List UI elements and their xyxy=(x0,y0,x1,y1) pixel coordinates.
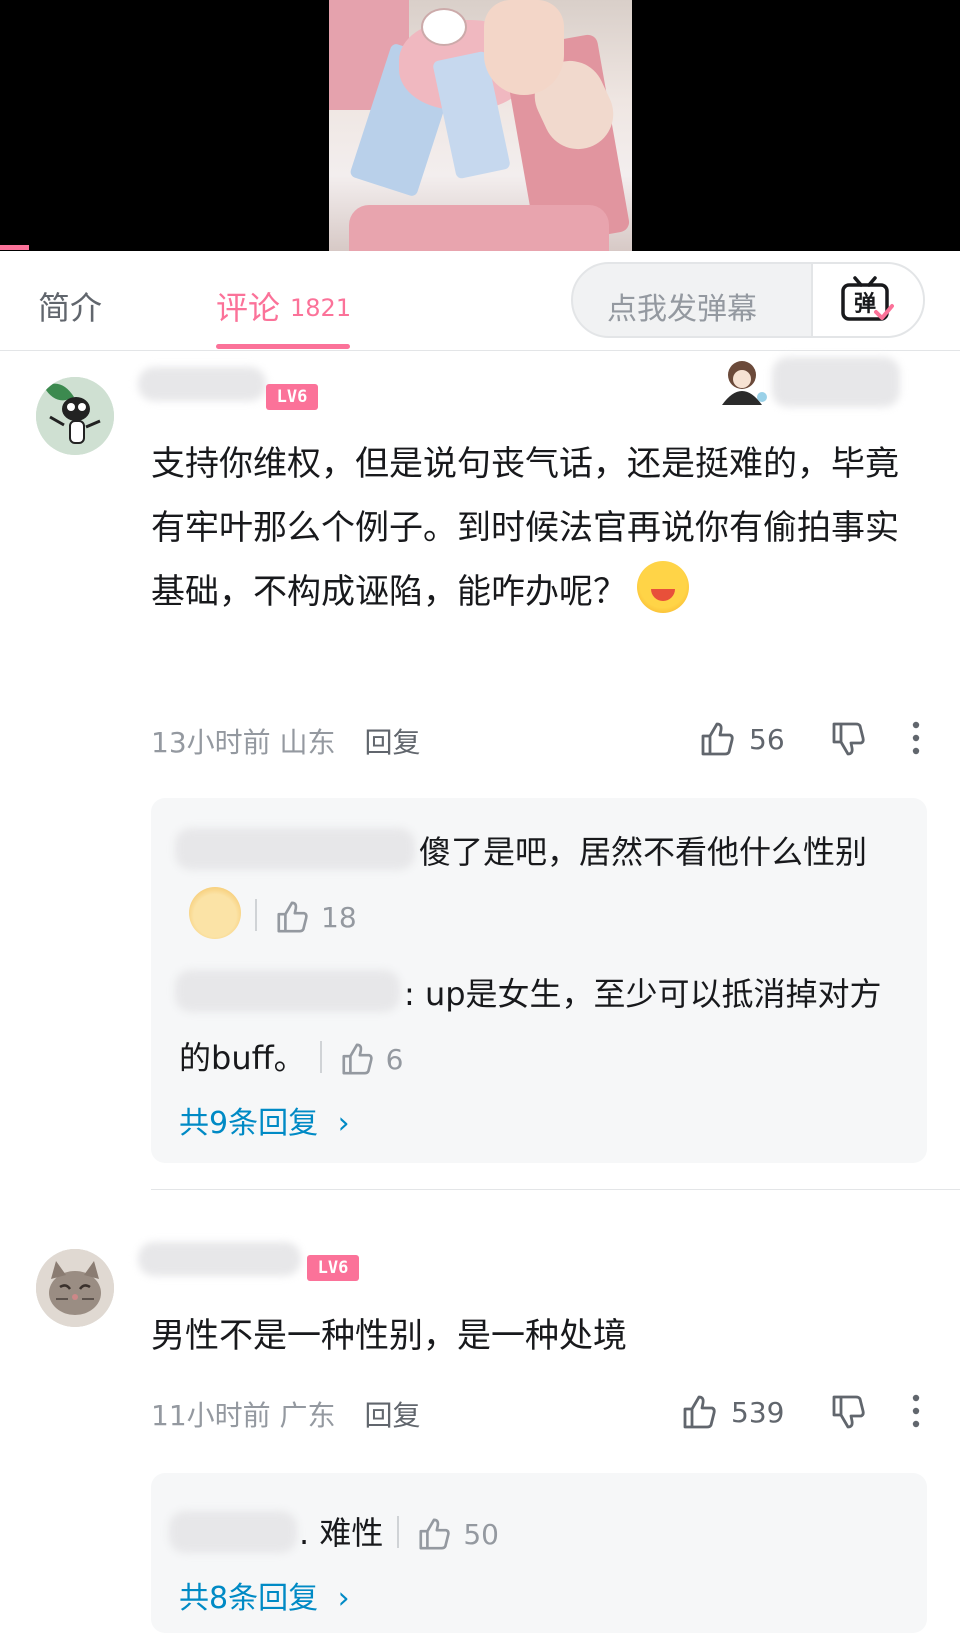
reply-like-button[interactable]: 18 xyxy=(275,886,357,950)
thumbs-down-icon xyxy=(832,1395,865,1429)
reply-button[interactable]: 回复 xyxy=(364,726,420,759)
comment-meta: 11小时前 广东 回复 xyxy=(151,1394,420,1434)
thumbs-up-icon xyxy=(683,1395,716,1429)
view-all-replies-link[interactable]: 共8条回复 › xyxy=(179,1573,350,1617)
anime-character-icon xyxy=(722,361,767,405)
cat-avatar-icon xyxy=(36,1249,114,1327)
vertical-dots-icon xyxy=(912,721,920,755)
more-options-button[interactable] xyxy=(912,721,920,759)
comment-text: 支持你维权，但是说句丧气话，还是挺难的，毕竟有牢叶那么个例子。到时候法官再说你有… xyxy=(151,432,911,624)
video-progress-bar[interactable] xyxy=(0,245,29,250)
chevron-right-icon: › xyxy=(337,1106,350,1141)
comment-meta: 13小时前 山东 回复 xyxy=(151,721,420,761)
fan-badge xyxy=(712,357,772,411)
replies-box: 傻了是吧，居然不看他什么性别 18 : up是女生，至少可以抵消掉对方的buff。… xyxy=(151,798,927,1163)
thumbs-up-icon xyxy=(342,1043,373,1075)
active-tab-indicator xyxy=(216,344,350,349)
reply-text: : up是女生，至少可以抵消掉对方的buff。 xyxy=(179,975,882,1077)
fan-badge-redacted xyxy=(772,357,900,407)
more-options-button[interactable] xyxy=(912,1394,920,1432)
reply-like-count: 6 xyxy=(385,1043,404,1076)
thumbs-up-icon xyxy=(419,1518,451,1550)
more-replies-label: 共9条回复 xyxy=(179,1106,319,1141)
vertical-dots-icon xyxy=(912,1394,920,1428)
svg-text:弹: 弹 xyxy=(854,292,876,317)
level-badge: LV6 xyxy=(307,1255,359,1281)
reply-like-count: 18 xyxy=(321,901,357,934)
comment-location: 山东 xyxy=(279,726,336,759)
dislike-button[interactable] xyxy=(830,721,866,761)
danmaku-input[interactable]: 点我发弹幕 弹 xyxy=(571,262,925,338)
danmaku-toggle-button[interactable]: 弹 xyxy=(811,264,923,336)
username-redacted[interactable] xyxy=(138,1242,301,1276)
comment-time: 11小时前 xyxy=(151,1399,271,1432)
like-count: 56 xyxy=(749,723,785,756)
dislike-button[interactable] xyxy=(830,1394,866,1434)
danmaku-placeholder: 点我发弹幕 xyxy=(607,292,757,327)
laughing-emoji-icon xyxy=(637,561,689,613)
reply-item[interactable]: : up是女生，至少可以抵消掉对方的buff。 6 xyxy=(179,962,909,1092)
comment-location: 广东 xyxy=(279,1399,336,1432)
more-replies-label: 共8条回复 xyxy=(179,1581,319,1616)
separator xyxy=(397,1516,400,1548)
reply-like-button[interactable]: 50 xyxy=(417,1503,499,1567)
tab-intro[interactable]: 简介 xyxy=(38,283,102,329)
like-button[interactable]: 539 xyxy=(681,1394,784,1430)
username-redacted[interactable] xyxy=(138,367,266,401)
thumbs-up-icon xyxy=(277,901,308,933)
danmaku-tv-icon: 弹 xyxy=(841,276,894,321)
reply-item[interactable]: 傻了是吧，居然不看他什么性别 18 xyxy=(179,820,909,950)
separator xyxy=(319,1041,322,1073)
comment-body: 男性不是一种性别，是一种处境 xyxy=(151,1316,627,1356)
reply-like-count: 50 xyxy=(463,1518,499,1551)
tab-bar: 简介 评论 1821 点我发弹幕 弹 xyxy=(0,251,960,351)
replies-box: . 难性 50 共8条回复 › xyxy=(151,1473,927,1633)
reply-text: 傻了是吧，居然不看他什么性别 xyxy=(419,833,868,871)
thumbs-up-icon xyxy=(701,722,734,756)
separator xyxy=(255,899,257,931)
comment-time: 13小时前 xyxy=(151,726,271,759)
doge-emoji-icon xyxy=(189,887,241,939)
video-frame xyxy=(329,0,632,251)
tab-comments[interactable]: 评论 1821 xyxy=(216,283,351,329)
video-player[interactable] xyxy=(0,0,960,251)
thumbs-down-icon xyxy=(832,722,865,756)
tab-comments-label: 评论 xyxy=(216,289,281,327)
avatar[interactable] xyxy=(36,1249,114,1327)
level-badge: LV6 xyxy=(266,384,318,410)
cartoon-avatar-icon xyxy=(36,377,114,455)
comment-count: 1821 xyxy=(290,294,352,322)
like-button[interactable]: 56 xyxy=(699,721,785,757)
chevron-right-icon: › xyxy=(337,1581,350,1616)
comment-text: 男性不是一种性别，是一种处境 xyxy=(151,1304,911,1368)
reply-item[interactable]: . 难性 50 xyxy=(179,1501,909,1567)
reply-like-button[interactable]: 6 xyxy=(340,1028,404,1092)
like-count: 539 xyxy=(731,1396,785,1429)
comment-body: 支持你维权，但是说句丧气话，还是挺难的，毕竟有牢叶那么个例子。到时候法官再说你有… xyxy=(151,444,899,612)
reply-button[interactable]: 回复 xyxy=(364,1399,420,1432)
avatar[interactable] xyxy=(36,377,114,455)
reply-text: . 难性 xyxy=(299,1514,384,1552)
comment-divider xyxy=(151,1189,960,1190)
view-all-replies-link[interactable]: 共9条回复 › xyxy=(179,1098,350,1142)
